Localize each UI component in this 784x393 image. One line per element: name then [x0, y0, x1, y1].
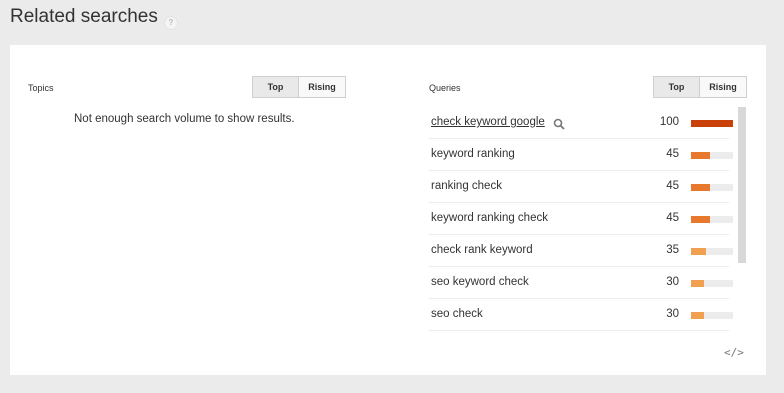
embed-code-icon[interactable]: </> [724, 346, 744, 359]
help-icon[interactable]: ? [164, 16, 178, 30]
topics-empty-message: Not enough search volume to show results… [74, 113, 295, 125]
topics-toggle: Top Rising [252, 76, 346, 98]
query-text[interactable]: ranking check [431, 180, 502, 192]
query-bar [691, 184, 733, 191]
search-icon[interactable] [553, 118, 565, 130]
query-bar-fill [691, 280, 704, 287]
query-bar-fill [691, 184, 710, 191]
query-row[interactable]: check keyword google 100 [429, 107, 733, 139]
query-row[interactable]: keyword ranking 45 [429, 139, 733, 171]
query-text[interactable]: keyword ranking [431, 148, 515, 160]
query-row[interactable]: ranking check 45 [429, 171, 733, 203]
queries-rising-button[interactable]: Rising [700, 77, 746, 97]
query-value: 35 [666, 244, 679, 256]
queries-toggle: Top Rising [653, 76, 747, 98]
topics-top-button[interactable]: Top [253, 77, 299, 97]
query-row[interactable]: seo check 30 [429, 299, 733, 331]
query-row[interactable]: keyword ranking check 45 [429, 203, 733, 235]
query-value: 45 [666, 148, 679, 160]
query-bar [691, 216, 733, 223]
query-bar-fill [691, 248, 706, 255]
queries-scrollbar[interactable] [738, 107, 746, 263]
query-bar [691, 312, 733, 319]
topics-rising-button[interactable]: Rising [299, 77, 345, 97]
query-bar-fill [691, 120, 733, 127]
query-row[interactable]: check rank keyword 35 [429, 235, 733, 267]
query-text[interactable]: keyword ranking check [431, 212, 548, 224]
query-bar [691, 248, 733, 255]
query-value: 30 [666, 276, 679, 288]
query-bar [691, 280, 733, 287]
queries-list: check keyword google 100 keyword ranking 45… [429, 107, 733, 331]
query-bar-fill [691, 216, 710, 223]
query-value: 100 [659, 116, 679, 128]
query-text[interactable]: check rank keyword [431, 244, 533, 256]
queries-top-button[interactable]: Top [654, 77, 700, 97]
query-row[interactable]: seo keyword check 30 [429, 267, 733, 299]
page-title: Related searches [10, 6, 158, 27]
query-bar-fill [691, 152, 710, 159]
queries-label: Queries [429, 83, 461, 93]
query-text[interactable]: seo keyword check [431, 276, 529, 288]
query-value: 45 [666, 180, 679, 192]
query-text[interactable]: seo check [431, 308, 483, 320]
query-value: 45 [666, 212, 679, 224]
query-bar [691, 120, 733, 127]
query-text[interactable]: check keyword google [431, 116, 545, 128]
topics-label: Topics [28, 83, 54, 93]
query-value: 30 [666, 308, 679, 320]
related-searches-panel: Topics Top Rising Not enough search volu… [10, 45, 766, 375]
query-bar [691, 152, 733, 159]
query-bar-fill [691, 312, 704, 319]
